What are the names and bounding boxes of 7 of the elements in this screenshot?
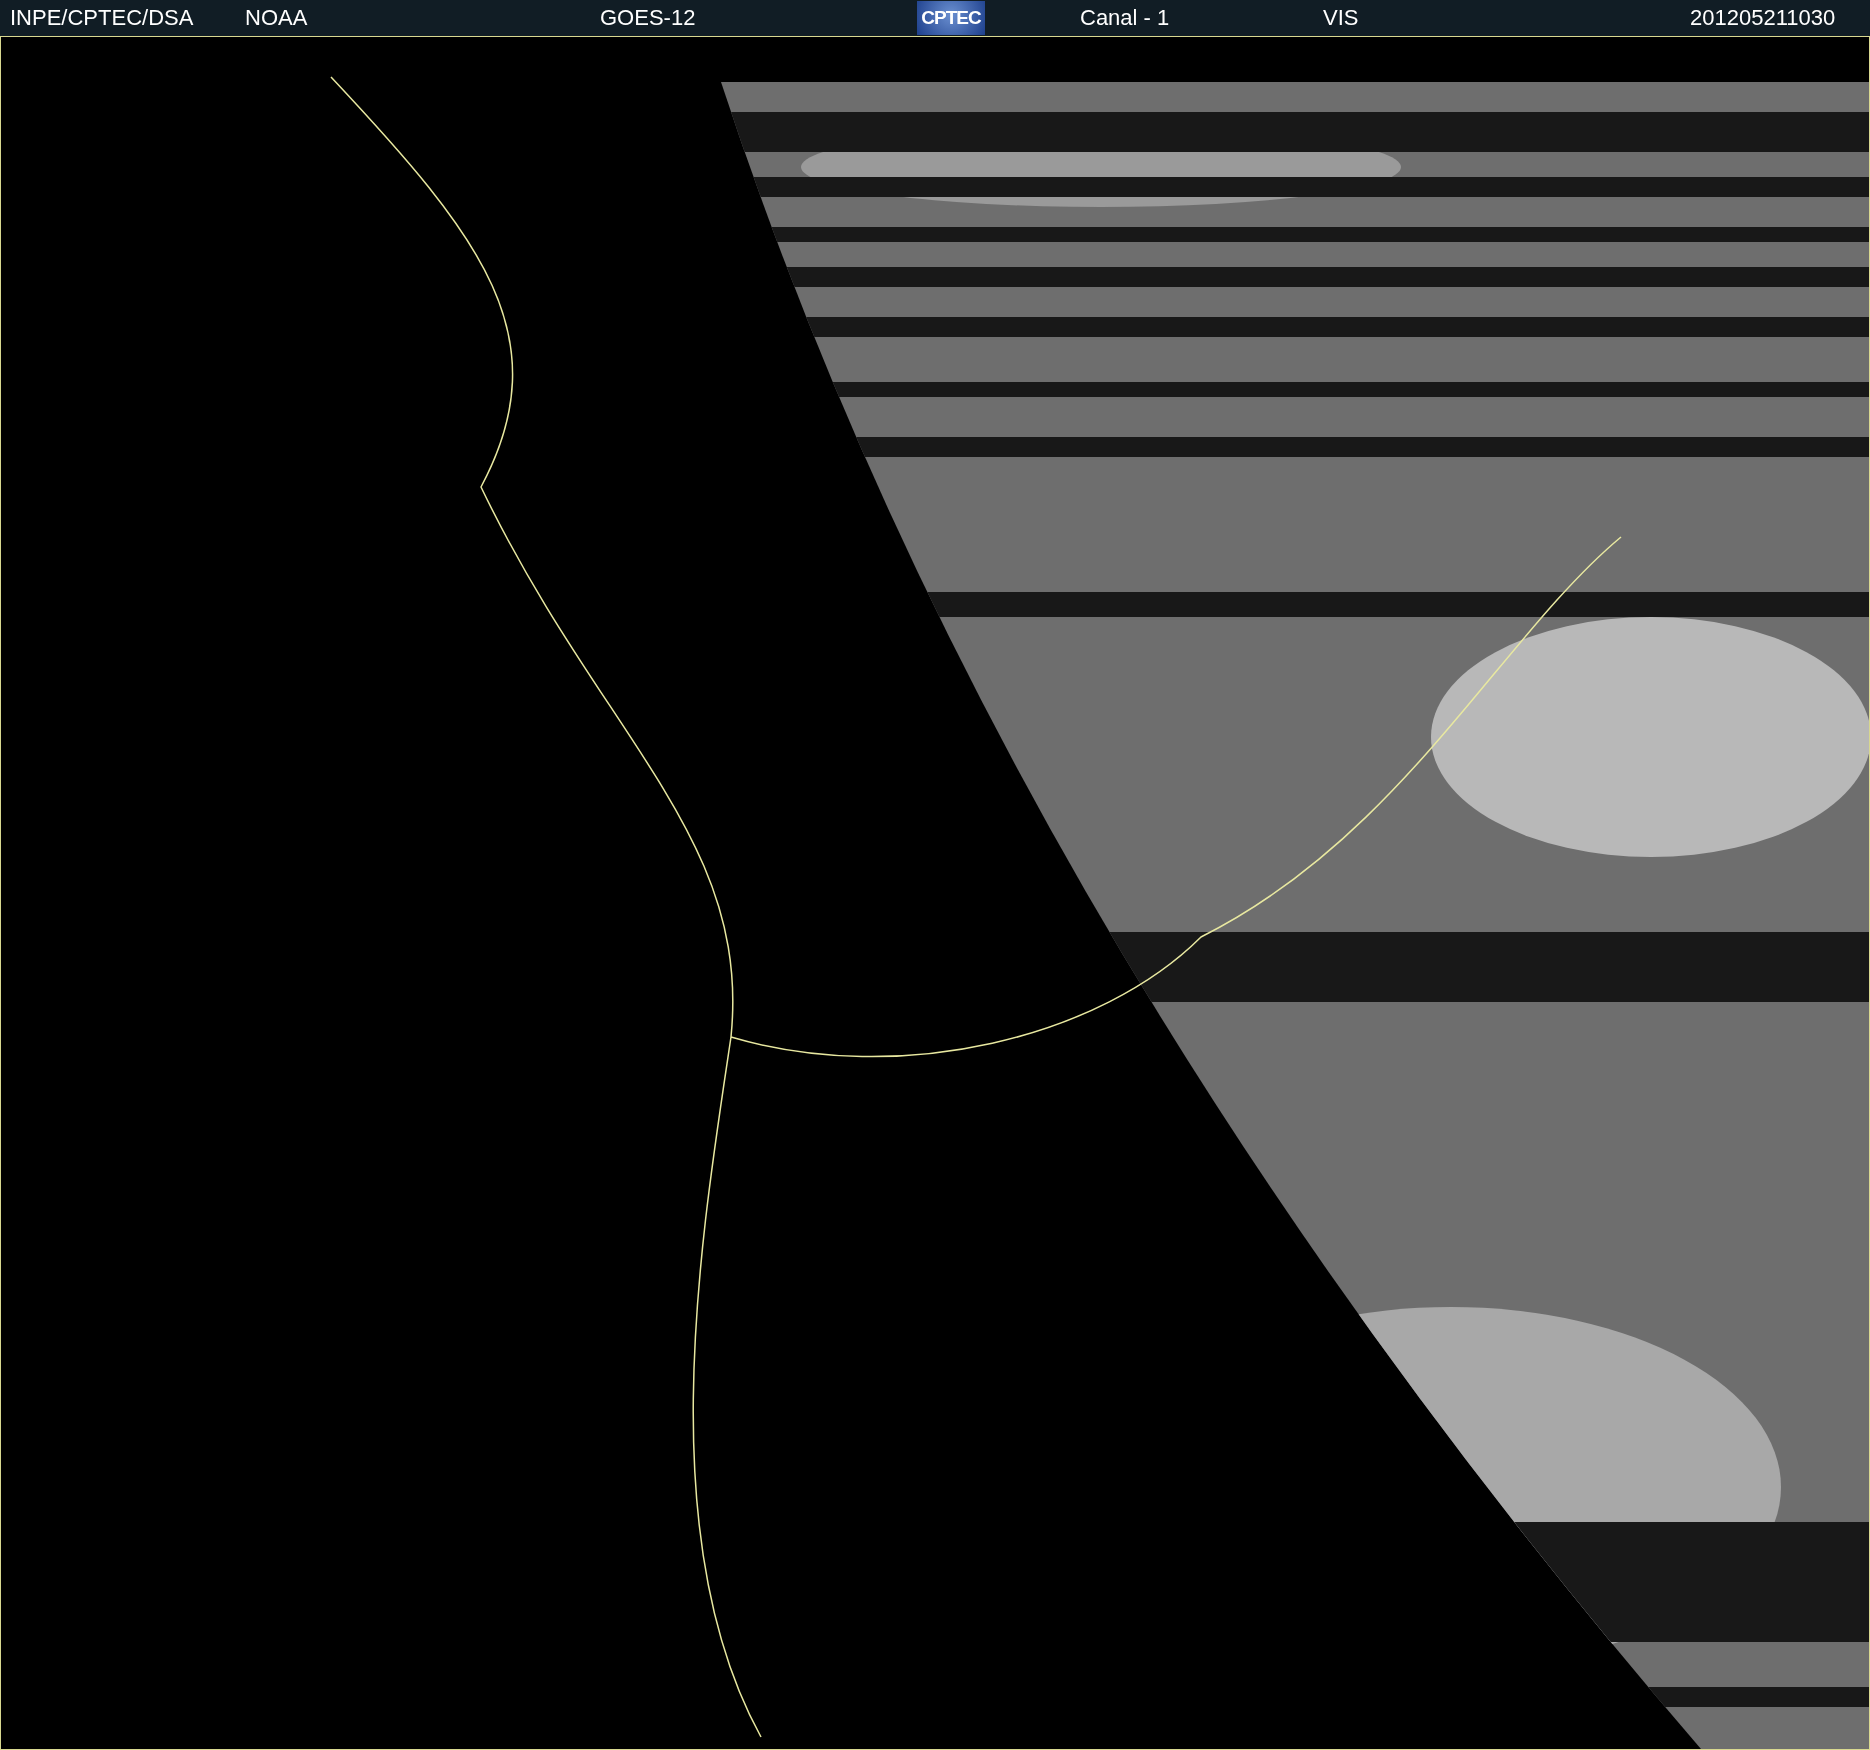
timestamp-label: 201205211030 (1690, 5, 1837, 31)
band-label: VIS (1323, 5, 1360, 31)
logo: CPTEC (917, 1, 985, 35)
satellite-label: GOES-12 (600, 5, 697, 31)
channel-label: Canal - 1 (1080, 5, 1171, 31)
source-label: INPE/CPTEC/DSA (9, 5, 195, 31)
agency-label: NOAA (245, 5, 309, 31)
